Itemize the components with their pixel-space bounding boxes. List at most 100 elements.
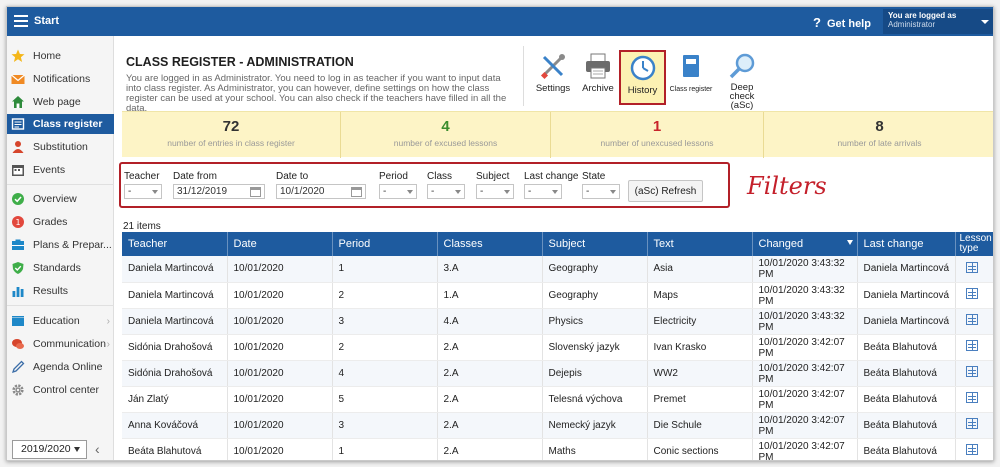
teacher-filter-select[interactable]: - xyxy=(124,184,162,199)
sidebar-item-substitution[interactable]: Substitution xyxy=(7,137,114,157)
state-filter-select[interactable]: - xyxy=(582,184,620,199)
sidebar-item-overview[interactable]: Overview xyxy=(7,189,114,209)
start-link[interactable]: Start xyxy=(34,15,59,27)
lesson-type-icon[interactable] xyxy=(965,314,978,325)
cell-teacher: Sidónia Drahošová xyxy=(122,334,228,361)
subject-filter-select[interactable]: - xyxy=(476,184,514,199)
collapse-sidebar-icon[interactable]: ‹ xyxy=(95,441,100,457)
cell-teacher: Beáta Blahutová xyxy=(122,438,228,460)
bar-chart-icon xyxy=(11,284,25,298)
period-filter-select[interactable]: - xyxy=(379,184,417,199)
column-header-teacher[interactable]: Teacher xyxy=(122,232,228,256)
cell-subject: Slovenský jazyk xyxy=(542,334,648,361)
top-bar: Start ? Get help You are logged as Admini… xyxy=(7,7,993,36)
archive-button[interactable]: Archive xyxy=(579,50,617,105)
date-to-input[interactable]: 10/1/2020 xyxy=(276,184,366,199)
class-register-button[interactable]: Class register xyxy=(669,50,713,105)
lesson-type-icon[interactable] xyxy=(965,261,978,273)
user-menu[interactable]: You are logged as Administrator xyxy=(883,9,993,34)
get-help-link[interactable]: ? Get help xyxy=(813,15,871,30)
sidebar-item-web-page[interactable]: Web page xyxy=(7,92,114,112)
calendar-icon[interactable] xyxy=(351,187,362,197)
lesson-type-icon[interactable] xyxy=(965,444,978,455)
lesson-type-icon[interactable] xyxy=(965,340,978,351)
cell-subject: Telesná výchova xyxy=(542,386,648,413)
sidebar-item-label: Plans & Prepar... xyxy=(33,239,112,251)
sidebar-item-results[interactable]: Results xyxy=(7,281,114,301)
cell-subject: Maths xyxy=(542,438,648,460)
cell-date: 10/01/2020 xyxy=(227,334,333,361)
refresh-button[interactable]: (aSc) Refresh xyxy=(628,180,703,202)
stat-value: 4 xyxy=(441,118,450,135)
menu-icon[interactable] xyxy=(14,15,28,27)
calendar-icon[interactable] xyxy=(250,187,261,197)
table-row[interactable]: Beáta Blahutová 10/01/2020 1 2.A Maths Conic … xyxy=(122,438,993,460)
table-row[interactable]: Anna Kováčová 10/01/2020 3 2.A Nemecký jazyk… xyxy=(122,412,993,439)
caret-down-icon xyxy=(504,190,510,194)
column-header-lesson-type[interactable]: Lesson type xyxy=(955,232,993,256)
cell-date: 10/01/2020 xyxy=(227,282,333,309)
sidebar-item-control-center[interactable]: Control center xyxy=(7,380,114,400)
sidebar-item-plans[interactable]: Plans & Prepar... xyxy=(7,235,114,255)
main-content: CLASS REGISTER - ADMINISTRATION You are … xyxy=(115,36,993,460)
column-header-text[interactable]: Text xyxy=(647,232,753,256)
sidebar-item-home[interactable]: Home xyxy=(7,46,114,66)
chevron-right-icon: › xyxy=(106,338,110,350)
settings-button[interactable]: Settings xyxy=(533,50,573,105)
lesson-type-icon[interactable] xyxy=(965,392,978,403)
table-row[interactable]: Daniela Martincová 10/01/2020 2 1.A Geograph… xyxy=(122,282,993,309)
column-header-last-change[interactable]: Last change xyxy=(857,232,956,256)
table-row[interactable]: Ján Zlatý 10/01/2020 5 2.A Telesná výchova Pr… xyxy=(122,386,993,413)
column-header-subject[interactable]: Subject xyxy=(542,232,648,256)
column-header-changed-label: Changed xyxy=(758,238,804,250)
stat-late: 8 number of late arrivals xyxy=(763,112,993,158)
sidebar-item-label: Substitution xyxy=(33,141,88,153)
stats-bar: 72 number of entries in class register 4… xyxy=(122,111,993,158)
sidebar-item-communication[interactable]: Communication › xyxy=(7,334,114,354)
stat-caption: number of unexcused lessons xyxy=(600,138,714,148)
sidebar-item-label: Communication xyxy=(33,338,106,350)
history-button[interactable]: History xyxy=(619,50,666,105)
sidebar-item-agenda-online[interactable]: Agenda Online xyxy=(7,357,114,377)
column-header-changed[interactable]: Changed xyxy=(752,232,858,256)
cell-period: 1 xyxy=(332,438,438,460)
archive-label: Archive xyxy=(582,83,614,94)
lesson-type-icon[interactable] xyxy=(965,418,978,429)
magnifier-icon xyxy=(728,52,756,80)
sidebar-item-notifications[interactable]: Notifications xyxy=(7,69,114,89)
lesson-type-icon[interactable] xyxy=(965,366,978,377)
sidebar-item-events[interactable]: Events xyxy=(7,160,114,180)
sidebar-item-education[interactable]: Education › xyxy=(7,311,114,331)
cell-teacher: Daniela Martincová xyxy=(122,282,228,309)
cell-subject: Physics xyxy=(542,308,648,335)
cell-period: 3 xyxy=(332,308,438,335)
table-row[interactable]: Sidónia Drahošová 10/01/2020 4 2.A Dejepis WW… xyxy=(122,360,993,387)
cell-classes: 3.A xyxy=(437,256,543,283)
history-table: Teacher Date Period Classes Subject Text… xyxy=(122,232,993,460)
column-header-period[interactable]: Period xyxy=(332,232,438,256)
last-change-filter-select[interactable]: - xyxy=(524,184,562,199)
column-header-classes[interactable]: Classes xyxy=(437,232,543,256)
cell-date: 10/01/2020 xyxy=(227,412,333,439)
cell-period: 2 xyxy=(332,334,438,361)
sidebar-item-standards[interactable]: Standards xyxy=(7,258,114,278)
class-filter-select[interactable]: - xyxy=(427,184,465,199)
cell-lesson-type xyxy=(955,308,993,335)
sidebar-item-label: Events xyxy=(33,164,66,176)
sidebar-item-label: Grades xyxy=(33,216,68,228)
cell-teacher: Daniela Martincová xyxy=(122,308,228,335)
table-row[interactable]: Daniela Martincová 10/01/2020 1 3.A Geograph… xyxy=(122,256,993,283)
deep-check-button[interactable]: Deep check (aSc) xyxy=(719,50,765,110)
date-from-input[interactable]: 31/12/2019 xyxy=(173,184,265,199)
cell-subject: Geography xyxy=(542,256,648,283)
column-header-date[interactable]: Date xyxy=(227,232,333,256)
cell-date: 10/01/2020 xyxy=(227,308,333,335)
school-year-select[interactable]: 2019/2020 xyxy=(12,440,87,459)
lesson-type-icon[interactable] xyxy=(965,288,978,299)
table-row[interactable]: Daniela Martincová 10/01/2020 3 4.A Physics E… xyxy=(122,308,993,335)
sidebar-item-grades[interactable]: 1 Grades xyxy=(7,212,114,232)
sidebar-item-class-register[interactable]: Class register xyxy=(7,114,114,134)
table-row[interactable]: Sidónia Drahošová 10/01/2020 2 2.A Slovenský… xyxy=(122,334,993,361)
cell-classes: 2.A xyxy=(437,386,543,413)
period-filter-label: Period xyxy=(379,171,408,182)
